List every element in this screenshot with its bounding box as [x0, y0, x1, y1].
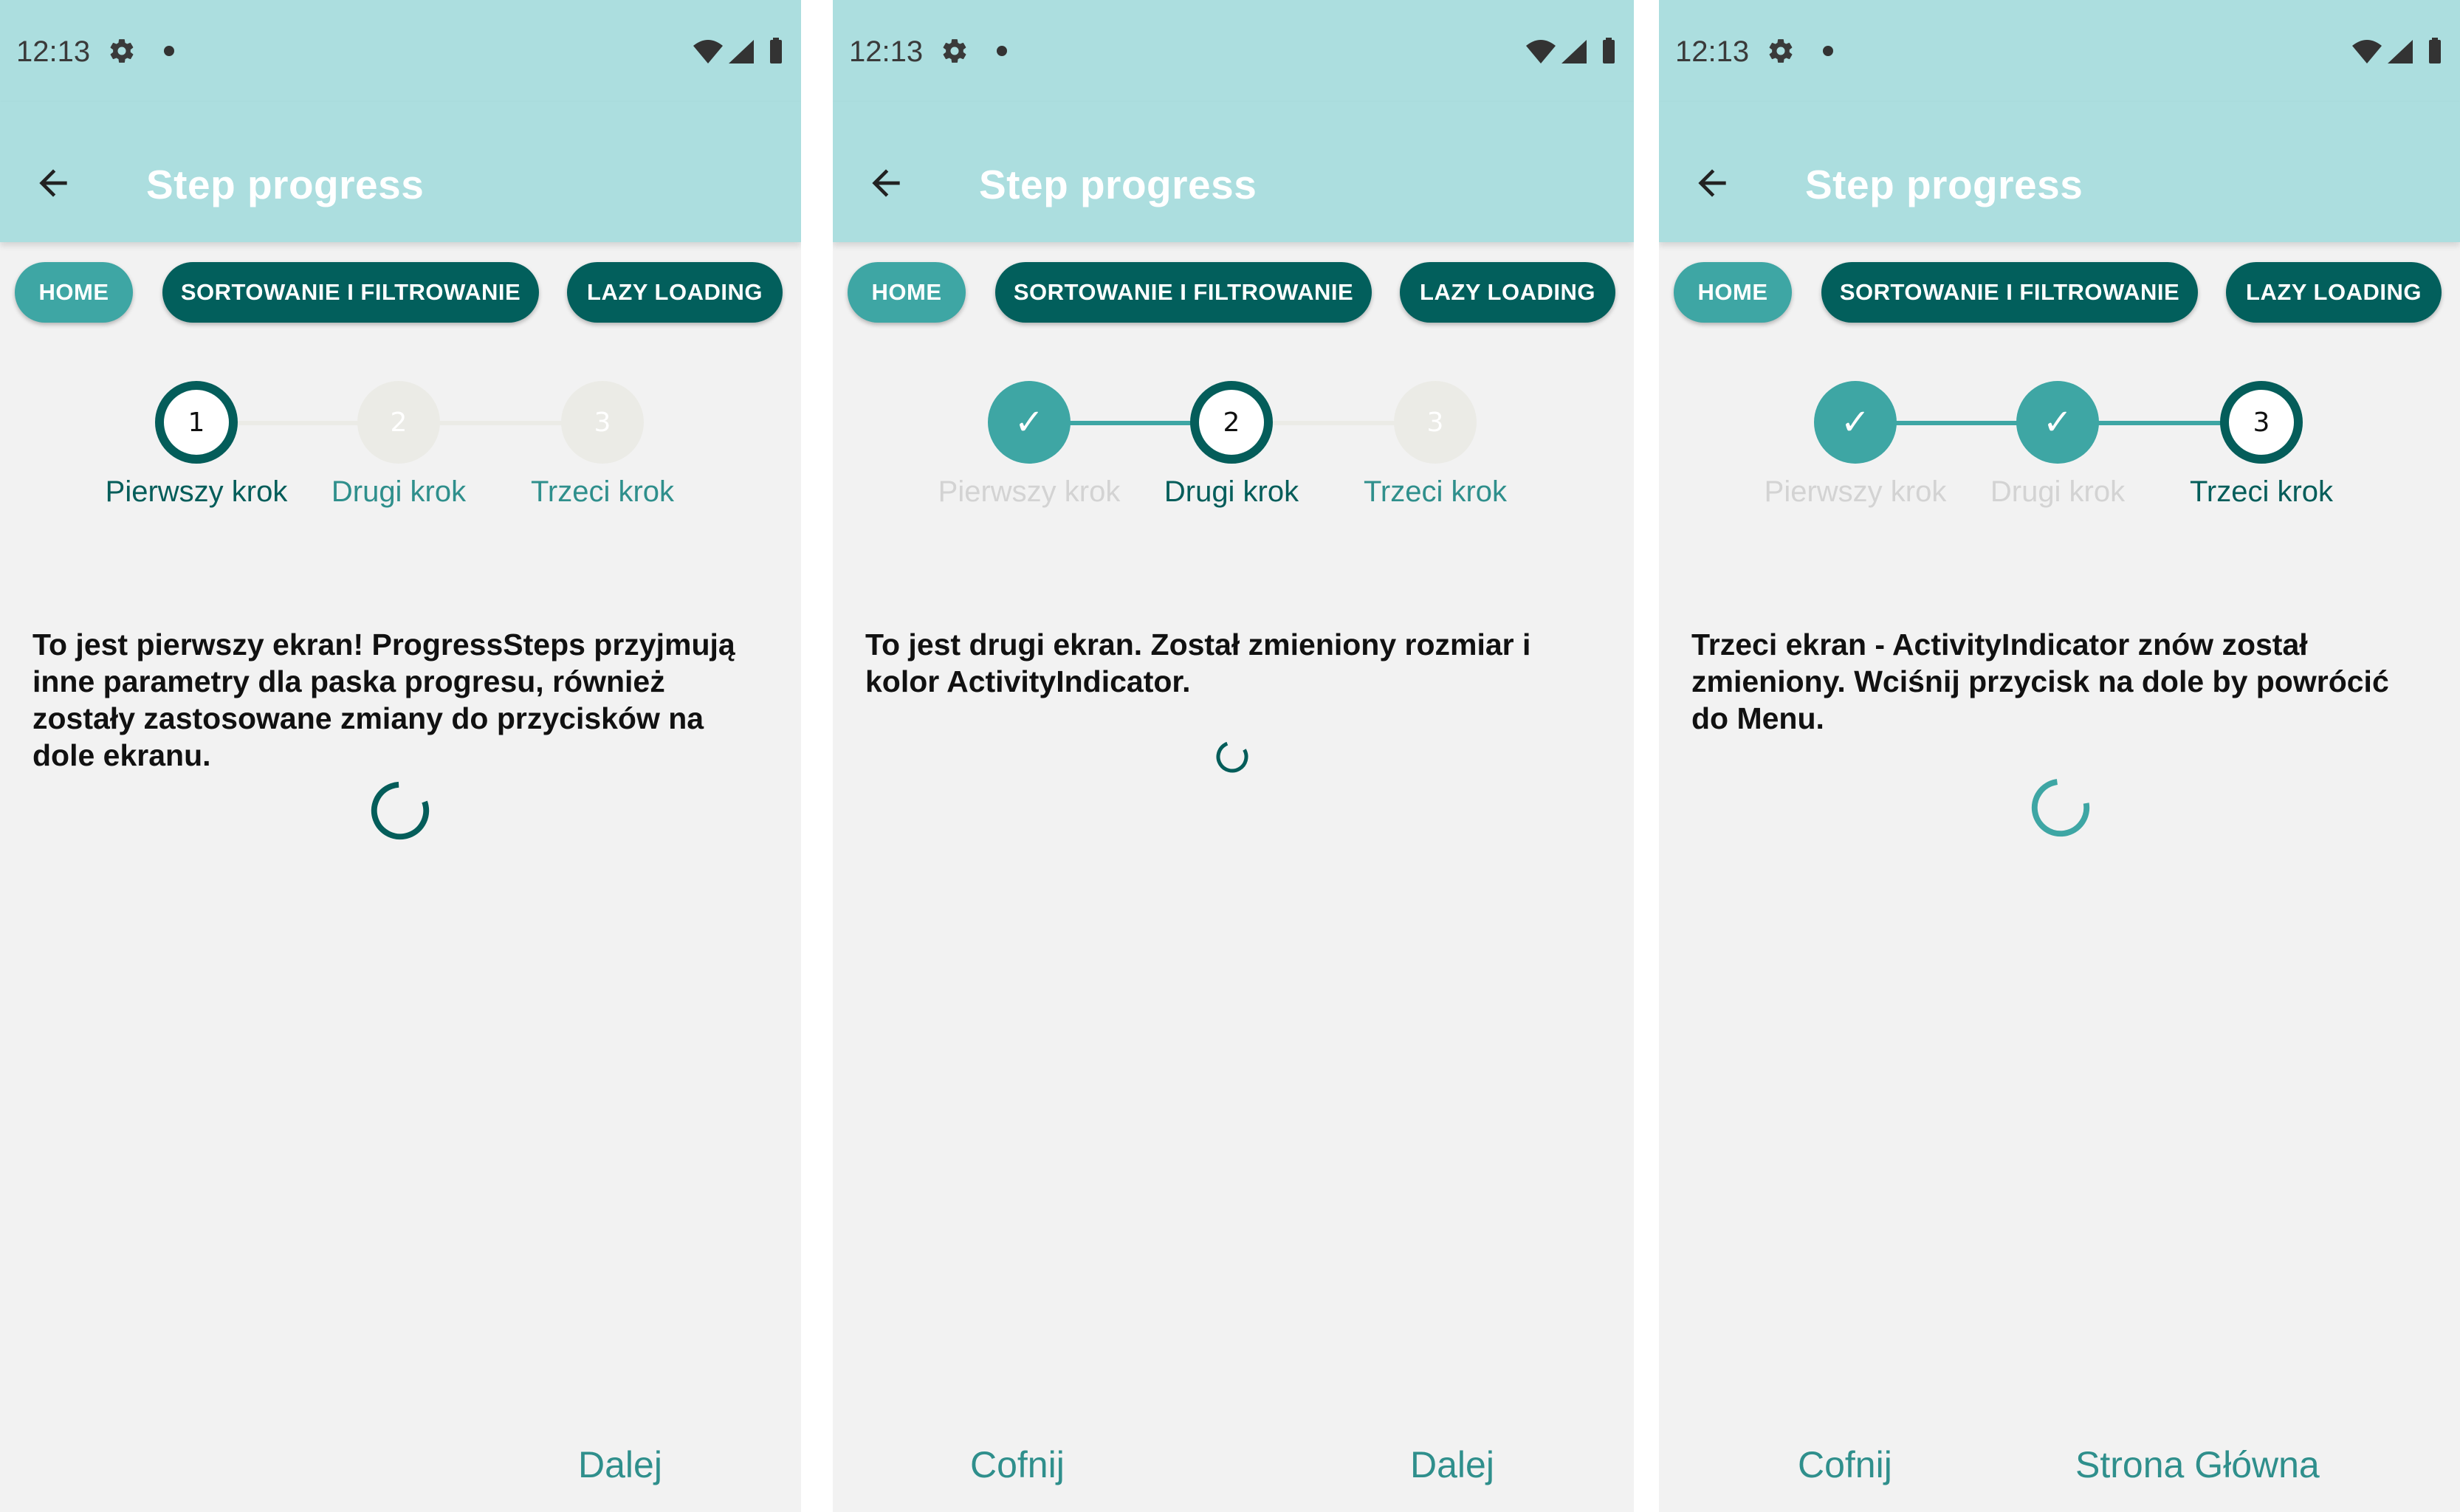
step-label-2: Drugi krok: [1164, 475, 1299, 508]
page-title: Step progress: [146, 162, 425, 207]
status-bar: 12:13: [0, 0, 801, 102]
arrow-left-icon[interactable]: [865, 162, 907, 204]
step-marker-3: 3: [2220, 381, 2303, 464]
page-title: Step progress: [1805, 162, 2083, 207]
previous-button[interactable]: Cofnij: [970, 1443, 1065, 1486]
status-time: 12:13: [16, 35, 91, 68]
phone-screen-2: 12:13 Step progress HOME SORTOWANIE I FI…: [833, 0, 1634, 1512]
wifi-signal-battery-icons: [2352, 38, 2441, 63]
sort-filter-button[interactable]: SORTOWANIE I FILTROWANIE: [162, 262, 539, 323]
step-label-1: Pierwszy krok: [1764, 475, 1947, 508]
phone-screen-1: 12:13 Step progress HOME SORTOWANIE I FI…: [0, 0, 801, 1512]
settings-icon: [1769, 39, 1793, 63]
app-bar: Step progress: [1659, 102, 2460, 242]
step-label-2: Drugi krok: [331, 475, 467, 508]
battery-icon: [1603, 40, 1615, 63]
progress-steps: ✓ ✓ 3 Pierwszy krok Drugi krok Trzeci kr…: [1659, 369, 2460, 517]
previous-button[interactable]: Cofnij: [1798, 1443, 1892, 1486]
wifi-signal-battery-icons: [1526, 38, 1615, 63]
step-marker-2: 2: [1190, 381, 1273, 464]
home-button[interactable]: HOME: [15, 262, 133, 323]
activity-indicator: [2031, 778, 2090, 837]
settings-icon: [110, 39, 134, 63]
app-bar: Step progress: [833, 102, 1634, 242]
progress-steps: ✓ 2 3 Pierwszy krok Drugi krok Trzeci kr…: [833, 369, 1634, 517]
step-connector: [2090, 421, 2232, 425]
step-marker-1: 1: [155, 381, 238, 464]
step-label-3: Trzeci krok: [1363, 475, 1508, 508]
step-message: Trzeci ekran - ActivityIndicator znów zo…: [1691, 628, 2389, 735]
step-message: To jest pierwszy ekran! ProgressSteps pr…: [32, 628, 735, 772]
battery-icon: [2429, 40, 2441, 63]
step-label-1: Pierwszy krok: [105, 475, 288, 508]
step-marker-1: ✓: [988, 381, 1071, 464]
wifi-signal-battery-icons: [693, 38, 782, 63]
signal-icon: [729, 40, 754, 63]
wifi-icon: [1526, 40, 1556, 63]
activity-indicator: [371, 781, 430, 840]
activity-indicator: [1216, 740, 1248, 773]
step-label-3: Trzeci krok: [530, 475, 675, 508]
status-bar: 12:13: [833, 0, 1634, 102]
page-title: Step progress: [979, 162, 1257, 207]
step-marker-2: ✓: [2016, 381, 2099, 464]
step-marker-3: 3: [1394, 381, 1477, 464]
app-bar: Step progress: [0, 102, 801, 242]
home-button[interactable]: HOME: [848, 262, 966, 323]
notification-dot-icon: [997, 46, 1007, 56]
lazy-loading-button[interactable]: LAZY LOADING: [567, 262, 783, 323]
step-connector: [1264, 421, 1406, 425]
signal-icon: [2388, 40, 2413, 63]
home-button[interactable]: HOME: [1674, 262, 1792, 323]
step-label-1: Pierwszy krok: [938, 475, 1121, 508]
step-marker-2: 2: [357, 381, 440, 464]
next-button[interactable]: Dalej: [1410, 1443, 1494, 1486]
arrow-left-icon[interactable]: [1691, 162, 1733, 204]
notification-dot-icon: [164, 46, 174, 56]
status-time: 12:13: [849, 35, 924, 68]
signal-icon: [1561, 40, 1587, 63]
wifi-icon: [693, 40, 723, 63]
sort-filter-button[interactable]: SORTOWANIE I FILTROWANIE: [995, 262, 1372, 323]
phone-screen-3: 12:13 Step progress HOME SORTOWANIE I FI…: [1659, 0, 2460, 1512]
next-button[interactable]: Dalej: [578, 1443, 662, 1486]
arrow-left-icon[interactable]: [32, 162, 74, 204]
battery-icon: [770, 40, 782, 63]
step-marker-3: 3: [561, 381, 644, 464]
step-message: To jest drugi ekran. Został zmieniony ro…: [865, 628, 1531, 698]
settings-icon: [943, 39, 966, 63]
step-label-2: Drugi krok: [1990, 475, 2126, 508]
progress-steps: 1 2 3 Pierwszy krok Drugi krok Trzeci kr…: [0, 369, 801, 517]
sort-filter-button[interactable]: SORTOWANIE I FILTROWANIE: [1821, 262, 2198, 323]
lazy-loading-button[interactable]: LAZY LOADING: [2226, 262, 2442, 323]
lazy-loading-button[interactable]: LAZY LOADING: [1400, 262, 1615, 323]
step-label-3: Trzeci krok: [2189, 475, 2334, 508]
notification-dot-icon: [1823, 46, 1833, 56]
wifi-icon: [2352, 40, 2382, 63]
main-page-button[interactable]: Strona Główna: [2075, 1443, 2320, 1486]
status-bar: 12:13: [1659, 0, 2460, 102]
status-time: 12:13: [1675, 35, 1750, 68]
step-connector: [431, 421, 573, 425]
step-marker-1: ✓: [1814, 381, 1897, 464]
